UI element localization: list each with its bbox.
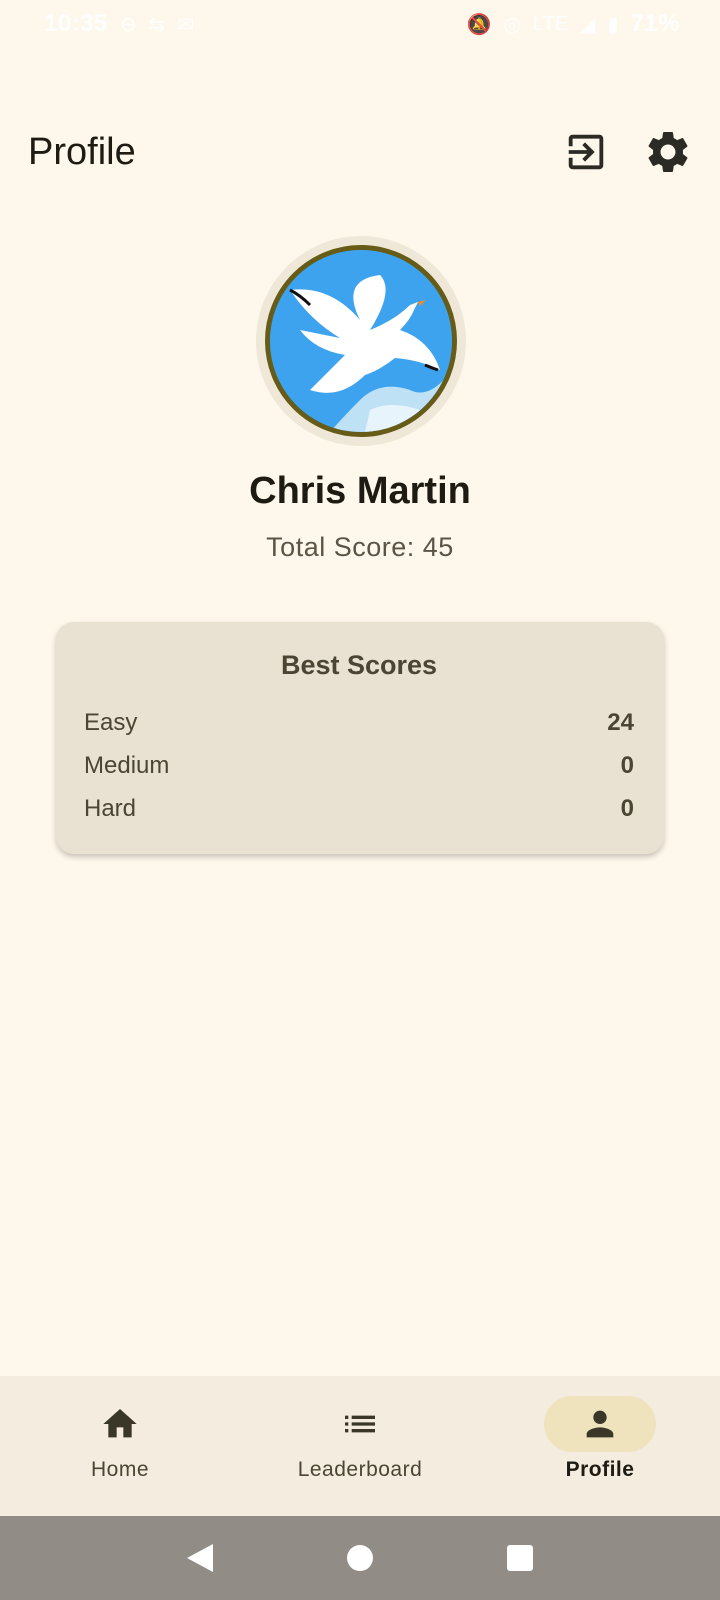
best-scores-title: Best Scores (280, 650, 438, 680)
nav-item-profile[interactable]: Profile (500, 1396, 700, 1482)
sync-icon: ⊖ (119, 13, 137, 36)
status-left: 10:35 ⊖ ⇆ ✉ (44, 10, 194, 38)
score-row-medium: Medium 0 (84, 744, 634, 787)
score-value: 24 (607, 708, 634, 736)
call-icon: ⇆ (148, 13, 166, 36)
list-icon (345, 1415, 375, 1433)
nav-icon-pill-active (544, 1396, 656, 1452)
total-score-value: 45 (422, 532, 454, 562)
score-value: 0 (620, 751, 634, 779)
mute-icon: 🔕 (466, 13, 492, 36)
back-button[interactable] (176, 1534, 224, 1582)
user-name: Chris Martin (249, 470, 471, 512)
nav-item-home[interactable]: Home (20, 1396, 220, 1482)
total-score: Total Score: 45 (0, 532, 720, 563)
system-navigation-bar (0, 1516, 720, 1600)
nav-icon-pill (64, 1396, 176, 1452)
home-icon (103, 1409, 137, 1438)
bottom-navigation: Home Leaderboard Profile (0, 1376, 720, 1516)
nav-label-home: Home (90, 1458, 150, 1481)
mail-icon: ✉ (177, 13, 195, 36)
person-icon (586, 1410, 614, 1438)
avatar (265, 245, 457, 437)
seagull-avatar (270, 250, 452, 432)
status-time: 10:35 (44, 10, 108, 37)
gear-icon (648, 132, 688, 172)
nav-label-profile: Profile (565, 1458, 635, 1481)
score-value: 0 (620, 794, 634, 822)
nav-item-leaderboard[interactable]: Leaderboard (260, 1396, 460, 1482)
score-label: Medium (84, 751, 170, 779)
status-bar: 10:35 ⊖ ⇆ ✉ 🔕 ◎ LTE ◢ ▮ 71% (0, 0, 720, 48)
score-row-hard: Hard 0 (84, 787, 634, 830)
recents-button[interactable] (496, 1534, 544, 1582)
logout-icon (568, 134, 604, 170)
status-right: 🔕 ◎ LTE ◢ ▮ 71% (466, 10, 680, 38)
score-label: Easy (84, 708, 138, 736)
hotspot-icon: ◎ (503, 13, 521, 36)
top-actions (554, 120, 700, 184)
nav-label-leaderboard: Leaderboard (297, 1458, 423, 1481)
nav-icon-pill (304, 1396, 416, 1452)
score-label: Hard (84, 794, 137, 822)
logout-button[interactable] (554, 120, 618, 184)
score-row-easy: Easy 24 (84, 701, 634, 744)
back-triangle-icon (187, 1544, 213, 1572)
signal-icon: ◢ (580, 13, 596, 36)
home-circle-icon (347, 1545, 373, 1571)
recents-square-icon (507, 1545, 533, 1571)
battery-percent: 71% (630, 10, 680, 37)
battery-icon: ▮ (607, 13, 619, 36)
total-score-label: Total Score: (266, 532, 415, 562)
home-system-button[interactable] (336, 1534, 384, 1582)
avatar-container[interactable] (256, 236, 466, 446)
top-app-bar: Profile (0, 110, 720, 194)
best-scores-card: Best Scores Easy 24 Medium 0 Hard 0 (56, 622, 664, 854)
settings-button[interactable] (636, 120, 700, 184)
page-title: Profile (28, 130, 136, 173)
network-type: LTE (532, 12, 569, 35)
